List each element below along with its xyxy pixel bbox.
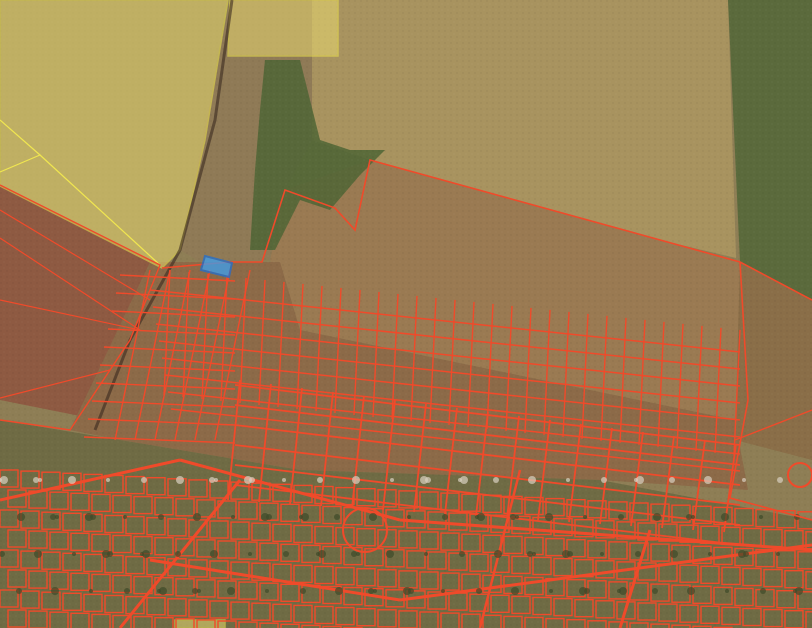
tree bbox=[494, 550, 502, 558]
tree bbox=[51, 587, 59, 595]
tree bbox=[670, 550, 678, 558]
house-roof bbox=[176, 476, 184, 484]
tree bbox=[691, 515, 695, 519]
tree bbox=[583, 515, 587, 519]
tree bbox=[335, 587, 343, 595]
satellite-map[interactable] bbox=[0, 0, 812, 628]
house-roof bbox=[601, 477, 607, 483]
tree bbox=[652, 588, 658, 594]
tree bbox=[459, 551, 465, 557]
tree bbox=[600, 552, 604, 556]
house-roof bbox=[352, 476, 360, 484]
tree bbox=[266, 514, 272, 520]
tree bbox=[248, 552, 252, 556]
tree bbox=[283, 551, 289, 557]
tree bbox=[511, 587, 519, 595]
house-roof bbox=[390, 478, 394, 482]
tree bbox=[760, 588, 766, 594]
tree bbox=[55, 515, 59, 519]
house-roof bbox=[425, 477, 431, 483]
tree bbox=[16, 588, 22, 594]
house-roof bbox=[249, 477, 255, 483]
tree bbox=[687, 587, 695, 595]
tree bbox=[441, 589, 445, 593]
tree bbox=[90, 514, 96, 520]
tree bbox=[442, 514, 448, 520]
tree bbox=[197, 589, 201, 593]
tree bbox=[17, 513, 25, 521]
house-roof bbox=[636, 476, 644, 484]
tree bbox=[532, 552, 536, 556]
tree bbox=[318, 550, 326, 558]
tree bbox=[34, 550, 42, 558]
tree bbox=[210, 550, 218, 558]
house-roof bbox=[669, 477, 675, 483]
house-roof bbox=[317, 477, 323, 483]
tree bbox=[743, 551, 749, 557]
tree bbox=[407, 515, 411, 519]
tree bbox=[300, 588, 306, 594]
house-roof bbox=[704, 476, 712, 484]
house-roof bbox=[528, 476, 536, 484]
house-roof bbox=[460, 476, 468, 484]
tree bbox=[142, 550, 150, 558]
house-roof bbox=[777, 477, 783, 483]
tree bbox=[124, 588, 130, 594]
tree bbox=[231, 515, 235, 519]
tree bbox=[635, 551, 641, 557]
tree bbox=[386, 550, 394, 558]
tree bbox=[107, 551, 113, 557]
tree bbox=[795, 587, 803, 595]
tree bbox=[373, 589, 377, 593]
tree bbox=[158, 514, 164, 520]
tree bbox=[408, 588, 414, 594]
tree bbox=[72, 552, 76, 556]
tree bbox=[708, 552, 712, 556]
tree bbox=[725, 589, 729, 593]
house-roof bbox=[68, 476, 76, 484]
tree bbox=[175, 551, 181, 557]
tree bbox=[369, 513, 377, 521]
house-roof bbox=[106, 478, 110, 482]
tree bbox=[123, 515, 127, 519]
tree bbox=[477, 513, 485, 521]
house-roof bbox=[742, 478, 746, 482]
tree bbox=[301, 513, 309, 521]
house-roof bbox=[493, 477, 499, 483]
tree bbox=[567, 551, 573, 557]
zone-overlay-top bbox=[227, 0, 339, 57]
tree bbox=[265, 589, 269, 593]
house-roof bbox=[38, 478, 42, 482]
house-roof bbox=[282, 478, 286, 482]
tree bbox=[89, 589, 93, 593]
tree bbox=[776, 552, 780, 556]
house-roof bbox=[214, 478, 218, 482]
tree bbox=[759, 515, 763, 519]
tree bbox=[334, 514, 340, 520]
tree bbox=[227, 587, 235, 595]
house-roof bbox=[141, 477, 147, 483]
tree bbox=[424, 552, 428, 556]
tree bbox=[619, 587, 627, 595]
tree bbox=[476, 588, 482, 594]
house-roof bbox=[566, 478, 570, 482]
tree bbox=[721, 513, 729, 521]
tree bbox=[159, 587, 167, 595]
tree bbox=[356, 552, 360, 556]
tree bbox=[549, 589, 553, 593]
tree bbox=[545, 513, 553, 521]
tree bbox=[515, 515, 519, 519]
tree bbox=[653, 513, 661, 521]
house-roof bbox=[0, 476, 8, 484]
map-canvas[interactable] bbox=[0, 0, 812, 628]
tree bbox=[618, 514, 624, 520]
tree bbox=[584, 588, 590, 594]
tree bbox=[193, 513, 201, 521]
